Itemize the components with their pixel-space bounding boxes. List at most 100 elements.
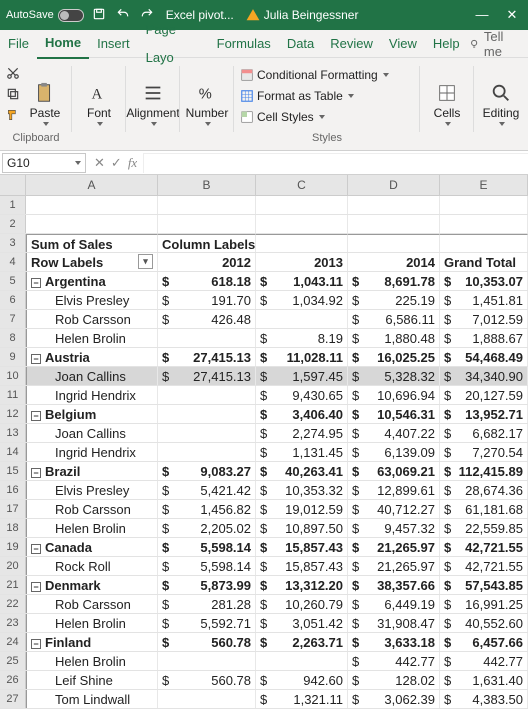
- font-button[interactable]: A Font: [78, 64, 120, 126]
- row-header[interactable]: 21: [0, 576, 26, 594]
- cell[interactable]: $13,312.20: [256, 576, 348, 594]
- fx-icon[interactable]: fx: [128, 155, 137, 171]
- cell[interactable]: [26, 215, 158, 233]
- row-header[interactable]: 2: [0, 215, 26, 233]
- close-button[interactable]: ✕: [502, 7, 522, 23]
- tab-help[interactable]: Help: [425, 30, 468, 58]
- cell[interactable]: −Finland: [26, 633, 158, 651]
- cell[interactable]: Helen Brolin: [26, 519, 158, 537]
- cell[interactable]: $5,873.99: [158, 576, 256, 594]
- cancel-formula-icon[interactable]: ✕: [94, 155, 105, 171]
- cell[interactable]: $40,552.60: [440, 614, 528, 632]
- cell[interactable]: $1,597.45: [256, 367, 348, 385]
- cell[interactable]: $4,383.50: [440, 690, 528, 708]
- cell[interactable]: −Belgium: [26, 405, 158, 423]
- cell[interactable]: $31,908.47: [348, 614, 440, 632]
- cell[interactable]: $6,682.17: [440, 424, 528, 442]
- row-header[interactable]: 20: [0, 557, 26, 575]
- cell[interactable]: $21,265.97: [348, 557, 440, 575]
- paste-button[interactable]: Paste: [24, 64, 66, 126]
- cell[interactable]: $4,407.22: [348, 424, 440, 442]
- collapse-icon[interactable]: −: [31, 411, 41, 421]
- cell[interactable]: Rock Roll: [26, 557, 158, 575]
- cell[interactable]: $40,263.41: [256, 462, 348, 480]
- col-header-e[interactable]: E: [440, 175, 528, 195]
- row-header[interactable]: 16: [0, 481, 26, 499]
- user-badge[interactable]: Julia Beingessner: [246, 8, 359, 22]
- row-header[interactable]: 3: [0, 234, 26, 252]
- cell[interactable]: $42,721.55: [440, 557, 528, 575]
- cell[interactable]: $1,131.45: [256, 443, 348, 461]
- row-header[interactable]: 7: [0, 310, 26, 328]
- cell[interactable]: $1,034.92: [256, 291, 348, 309]
- cell[interactable]: $27,415.13: [158, 367, 256, 385]
- cell[interactable]: $560.78: [158, 633, 256, 651]
- cell[interactable]: $2,274.95: [256, 424, 348, 442]
- cell[interactable]: [158, 690, 256, 708]
- cell[interactable]: $34,340.90: [440, 367, 528, 385]
- cell[interactable]: [158, 652, 256, 670]
- cell[interactable]: $3,062.39: [348, 690, 440, 708]
- cell[interactable]: $10,260.79: [256, 595, 348, 613]
- cell[interactable]: $1,631.40: [440, 671, 528, 689]
- cell[interactable]: $42,721.55: [440, 538, 528, 556]
- cell[interactable]: $191.70: [158, 291, 256, 309]
- cell[interactable]: $618.18: [158, 272, 256, 290]
- cell[interactable]: Helen Brolin: [26, 329, 158, 347]
- cell[interactable]: $3,051.42: [256, 614, 348, 632]
- tab-review[interactable]: Review: [322, 30, 381, 58]
- enter-formula-icon[interactable]: ✓: [111, 155, 122, 171]
- filter-dropdown-icon[interactable]: ▾: [138, 254, 153, 269]
- cell[interactable]: [158, 329, 256, 347]
- row-header[interactable]: 22: [0, 595, 26, 613]
- cell[interactable]: $8,691.78: [348, 272, 440, 290]
- row-header[interactable]: 6: [0, 291, 26, 309]
- cell[interactable]: $20,127.59: [440, 386, 528, 404]
- cell[interactable]: Helen Brolin: [26, 652, 158, 670]
- cell[interactable]: $10,696.94: [348, 386, 440, 404]
- cells-button[interactable]: Cells: [426, 64, 468, 126]
- cell[interactable]: $1,456.82: [158, 500, 256, 518]
- cell[interactable]: $6,449.19: [348, 595, 440, 613]
- cell[interactable]: [256, 310, 348, 328]
- cell[interactable]: $16,025.25: [348, 348, 440, 366]
- cell[interactable]: Tom Lindwall: [26, 690, 158, 708]
- cell[interactable]: Column Labels ▾: [158, 234, 256, 252]
- cell[interactable]: [158, 424, 256, 442]
- col-header-b[interactable]: B: [158, 175, 256, 195]
- tab-data[interactable]: Data: [279, 30, 322, 58]
- cell[interactable]: $442.77: [348, 652, 440, 670]
- cell[interactable]: $15,857.43: [256, 538, 348, 556]
- format-painter-icon[interactable]: [6, 108, 20, 125]
- cell[interactable]: Elvis Presley: [26, 291, 158, 309]
- collapse-icon[interactable]: −: [31, 468, 41, 478]
- cell[interactable]: $560.78: [158, 671, 256, 689]
- name-box[interactable]: G10: [2, 153, 86, 173]
- cell[interactable]: $7,012.59: [440, 310, 528, 328]
- conditional-formatting-button[interactable]: Conditional Formatting: [240, 66, 414, 84]
- cell[interactable]: $3,406.40: [256, 405, 348, 423]
- row-header[interactable]: 18: [0, 519, 26, 537]
- tab-formulas[interactable]: Formulas: [209, 30, 279, 58]
- cell[interactable]: $21,265.97: [348, 538, 440, 556]
- cell[interactable]: [26, 196, 158, 214]
- cell[interactable]: [256, 196, 348, 214]
- cell[interactable]: $442.77: [440, 652, 528, 670]
- collapse-icon[interactable]: −: [31, 639, 41, 649]
- cell[interactable]: $19,012.59: [256, 500, 348, 518]
- minimize-button[interactable]: —: [472, 7, 492, 23]
- cut-icon[interactable]: [6, 66, 20, 83]
- row-header[interactable]: 26: [0, 671, 26, 689]
- cell[interactable]: $28,674.36: [440, 481, 528, 499]
- row-header[interactable]: 17: [0, 500, 26, 518]
- cell[interactable]: $2,205.02: [158, 519, 256, 537]
- cell[interactable]: $57,543.85: [440, 576, 528, 594]
- cell[interactable]: Joan Callins: [26, 367, 158, 385]
- cell[interactable]: [158, 443, 256, 461]
- cell[interactable]: 2012: [158, 253, 256, 271]
- cell[interactable]: [158, 215, 256, 233]
- cell[interactable]: −Brazil: [26, 462, 158, 480]
- collapse-icon[interactable]: −: [31, 582, 41, 592]
- collapse-icon[interactable]: −: [31, 278, 41, 288]
- cell[interactable]: Grand Total: [440, 253, 528, 271]
